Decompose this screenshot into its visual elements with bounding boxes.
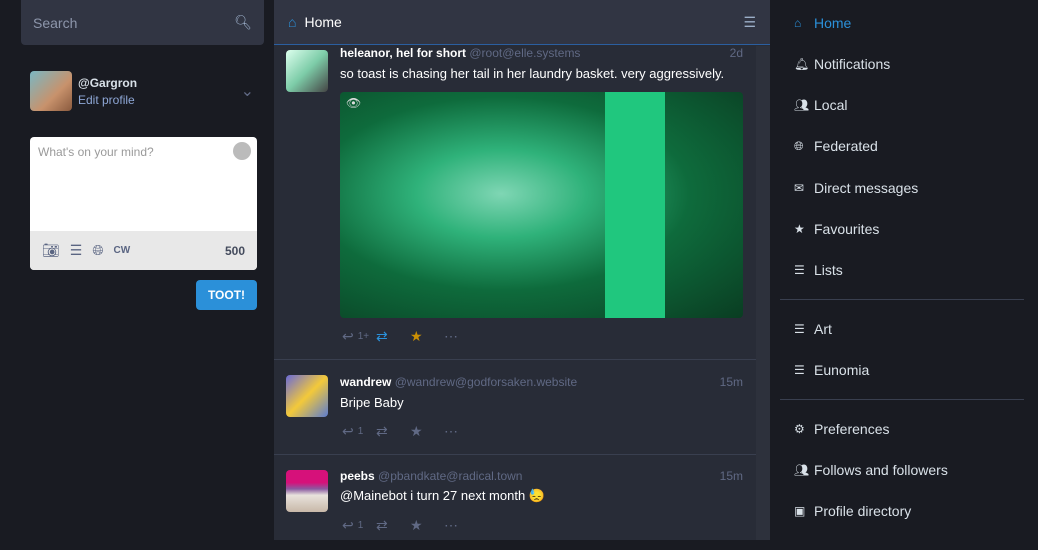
more-button[interactable]: ⋯ bbox=[444, 328, 478, 345]
timestamp[interactable]: 15m bbox=[720, 469, 743, 483]
poll-icon[interactable]: ☰ bbox=[70, 242, 83, 259]
status-text: so toast is chasing her tail in her laun… bbox=[340, 66, 725, 81]
nav-list-art[interactable]: ☰ Art bbox=[794, 319, 832, 339]
nav-home[interactable]: ⌂ Home bbox=[794, 13, 851, 33]
divider bbox=[780, 299, 1024, 300]
account-handle[interactable]: @pbandkate@radical.town bbox=[378, 469, 522, 483]
reply-button[interactable]: ↩ 1+ bbox=[342, 328, 376, 345]
avatar[interactable] bbox=[30, 71, 72, 111]
reply-button[interactable]: ↩ 1 bbox=[342, 423, 376, 440]
avatar[interactable] bbox=[286, 375, 328, 417]
display-name[interactable]: peebs bbox=[340, 469, 375, 483]
nav-follows-and-followers[interactable]: 👥︎ Follows and followers bbox=[794, 460, 948, 480]
more-button[interactable]: ⋯ bbox=[444, 517, 478, 534]
list-icon: ☰ bbox=[794, 263, 805, 277]
display-name[interactable]: heleanor, hel for short bbox=[340, 46, 466, 60]
timestamp[interactable]: 2d bbox=[730, 46, 743, 60]
edit-profile-link[interactable]: Edit profile bbox=[78, 93, 137, 107]
compose-textarea[interactable]: What's on your mind? bbox=[38, 145, 154, 159]
compose-form: What's on your mind? 📷︎ ☰ 🌐︎ CW 500 bbox=[30, 137, 257, 270]
status-text: @Mainebot i turn 27 next month 😓 bbox=[340, 488, 545, 503]
users-icon: 👥︎ bbox=[794, 463, 810, 477]
envelope-icon: ✉ bbox=[794, 181, 805, 195]
character-counter: 500 bbox=[224, 243, 245, 258]
emoji-picker-icon[interactable] bbox=[233, 142, 251, 160]
media-attachment[interactable]: 👁︎ bbox=[340, 92, 743, 318]
divider bbox=[780, 399, 1024, 400]
content-warning-button[interactable]: CW bbox=[114, 245, 131, 256]
address-book-icon: ▣ bbox=[794, 504, 806, 518]
display-name[interactable]: wandrew bbox=[340, 375, 391, 389]
favourite-button[interactable]: ★ bbox=[410, 328, 444, 345]
reply-icon: ↩ bbox=[342, 328, 354, 344]
favourite-button[interactable]: ★ bbox=[410, 517, 444, 534]
reply-all-button[interactable]: ↩ 1 bbox=[342, 517, 376, 534]
list-icon: ☰ bbox=[794, 322, 805, 336]
globe-icon[interactable]: 🌐︎ bbox=[92, 242, 103, 259]
users-icon: 👥︎ bbox=[794, 98, 810, 112]
more-button[interactable]: ⋯ bbox=[444, 423, 478, 440]
boost-button[interactable]: ⇄ bbox=[376, 423, 410, 440]
avatar[interactable] bbox=[286, 50, 328, 92]
account-handle[interactable]: @root@elle.systems bbox=[469, 46, 580, 60]
search-input[interactable]: Search 🔍︎ bbox=[21, 0, 264, 45]
toot-button[interactable]: TOOT! bbox=[196, 280, 257, 310]
scrollbar[interactable] bbox=[756, 46, 770, 540]
boost-button[interactable]: ⇄ bbox=[376, 328, 410, 345]
nav-lists[interactable]: ☰ Lists bbox=[794, 260, 843, 280]
nav-list-eunomia[interactable]: ☰ Eunomia bbox=[794, 360, 869, 380]
account-handle[interactable]: @wandrew@godforsaken.website bbox=[395, 375, 577, 389]
bell-icon: 🔔︎ bbox=[794, 57, 810, 71]
nav-local[interactable]: 👥︎ Local bbox=[794, 95, 847, 115]
status-text: Bripe Baby bbox=[340, 395, 404, 410]
boost-button[interactable]: ⇄ bbox=[376, 517, 410, 534]
home-icon: ⌂ bbox=[794, 16, 802, 30]
nav-direct-messages[interactable]: ✉ Direct messages bbox=[794, 178, 918, 198]
profile-card: @Gargron Edit profile ⌄ bbox=[30, 71, 258, 111]
reply-all-icon: ↩ bbox=[342, 517, 354, 533]
chevron-down-icon[interactable]: ⌄ bbox=[241, 81, 254, 101]
home-icon: ⌂ bbox=[288, 14, 297, 30]
favourite-button[interactable]: ★ bbox=[410, 423, 444, 440]
settings-sliders-icon[interactable]: ☰ bbox=[743, 14, 756, 31]
camera-icon[interactable]: 📷︎ bbox=[42, 242, 60, 259]
nav-federated[interactable]: 🌐︎ Federated bbox=[794, 136, 878, 156]
list-icon: ☰ bbox=[794, 363, 805, 377]
status[interactable]: peebs @pbandkate@radical.town 15m @Maine… bbox=[274, 456, 756, 550]
globe-icon: 🌐︎ bbox=[794, 138, 804, 153]
nav-notifications[interactable]: 🔔︎ Notifications bbox=[794, 54, 890, 74]
search-icon: 🔍︎ bbox=[234, 14, 252, 30]
timestamp[interactable]: 15m bbox=[720, 375, 743, 389]
status[interactable]: heleanor, hel for short @root@elle.syste… bbox=[274, 46, 756, 360]
status[interactable]: wandrew @wandrew@godforsaken.website 15m… bbox=[274, 361, 756, 455]
profile-handle[interactable]: @Gargron bbox=[78, 76, 137, 90]
column-title: Home bbox=[304, 14, 342, 30]
star-icon: ★ bbox=[794, 222, 805, 236]
avatar[interactable] bbox=[286, 470, 328, 512]
reply-icon: ↩ bbox=[342, 423, 354, 439]
home-column: ⌂ Home ☰ heleanor, hel for short @root@ell… bbox=[274, 0, 770, 540]
eye-slash-icon[interactable]: 👁︎ bbox=[346, 96, 361, 110]
nav-profile-directory[interactable]: ▣ Profile directory bbox=[794, 501, 911, 521]
nav-preferences[interactable]: ⚙ Preferences bbox=[794, 419, 889, 439]
gear-icon: ⚙ bbox=[794, 422, 805, 436]
nav-favourites[interactable]: ★ Favourites bbox=[794, 219, 879, 239]
